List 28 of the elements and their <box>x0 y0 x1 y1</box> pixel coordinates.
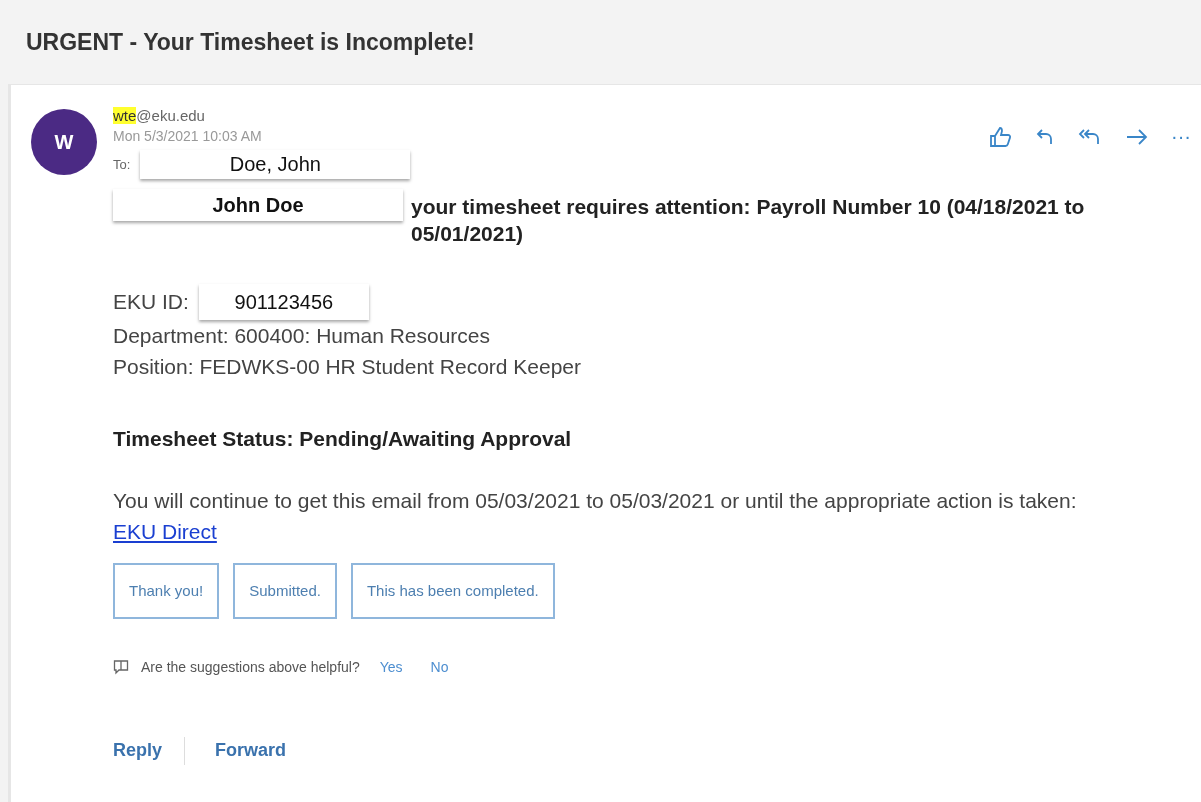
yes-link[interactable]: Yes <box>371 658 411 675</box>
forward-icon[interactable] <box>1125 126 1149 147</box>
timesheet-status: Timesheet Status: Pending/Awaiting Approval <box>113 425 573 452</box>
forward-button[interactable]: Forward <box>215 740 309 762</box>
feedback-question: Are the suggestions above helpful? <box>141 658 360 675</box>
more-button[interactable]: ··· <box>1171 125 1191 148</box>
sent-date: Mon 5/3/2021 10:03 AM <box>113 128 262 144</box>
recipient-name: Doe, John <box>140 150 411 179</box>
to-label: To: <box>113 157 131 172</box>
id-label: EKU ID: <box>113 288 189 315</box>
greeting-name: John Doe <box>113 189 403 221</box>
department-text: Department: 600400: Human Resources <box>113 322 492 349</box>
suggested-reply-button[interactable]: Submitted. <box>233 562 337 619</box>
greeting-text: your timesheet requires attention: Payroll Number 10 (04/18/2021 to 05/01/2021) <box>411 194 1086 248</box>
suggested-reply-button[interactable]: This has been completed. <box>350 562 555 619</box>
reply-icon[interactable] <box>1035 126 1055 147</box>
notice-text: You will continue to get this email from 05/03/2021 to 05/03/2021 or until the appropriate action is taken: EKU Direct <box>113 488 1078 545</box>
sender-address: wte@eku.edu <box>113 107 206 124</box>
thumbs-up-icon[interactable] <box>989 125 1013 148</box>
eku-direct-link[interactable]: EKU Direct <box>113 519 217 543</box>
reply-button[interactable]: Reply <box>113 740 185 762</box>
sender-avatar: W <box>31 109 97 175</box>
no-link[interactable]: No <box>422 658 457 675</box>
suggested-reply-button[interactable]: Thank you! <box>113 562 220 619</box>
feedback-icon <box>113 658 129 675</box>
position-text: Position: FEDWKS-00 HR Student Record Keeper <box>113 354 583 381</box>
email-subject: URGENT - Your Timesheet is Incomplete! <box>26 28 475 56</box>
id-value: 901123456 <box>198 283 369 320</box>
